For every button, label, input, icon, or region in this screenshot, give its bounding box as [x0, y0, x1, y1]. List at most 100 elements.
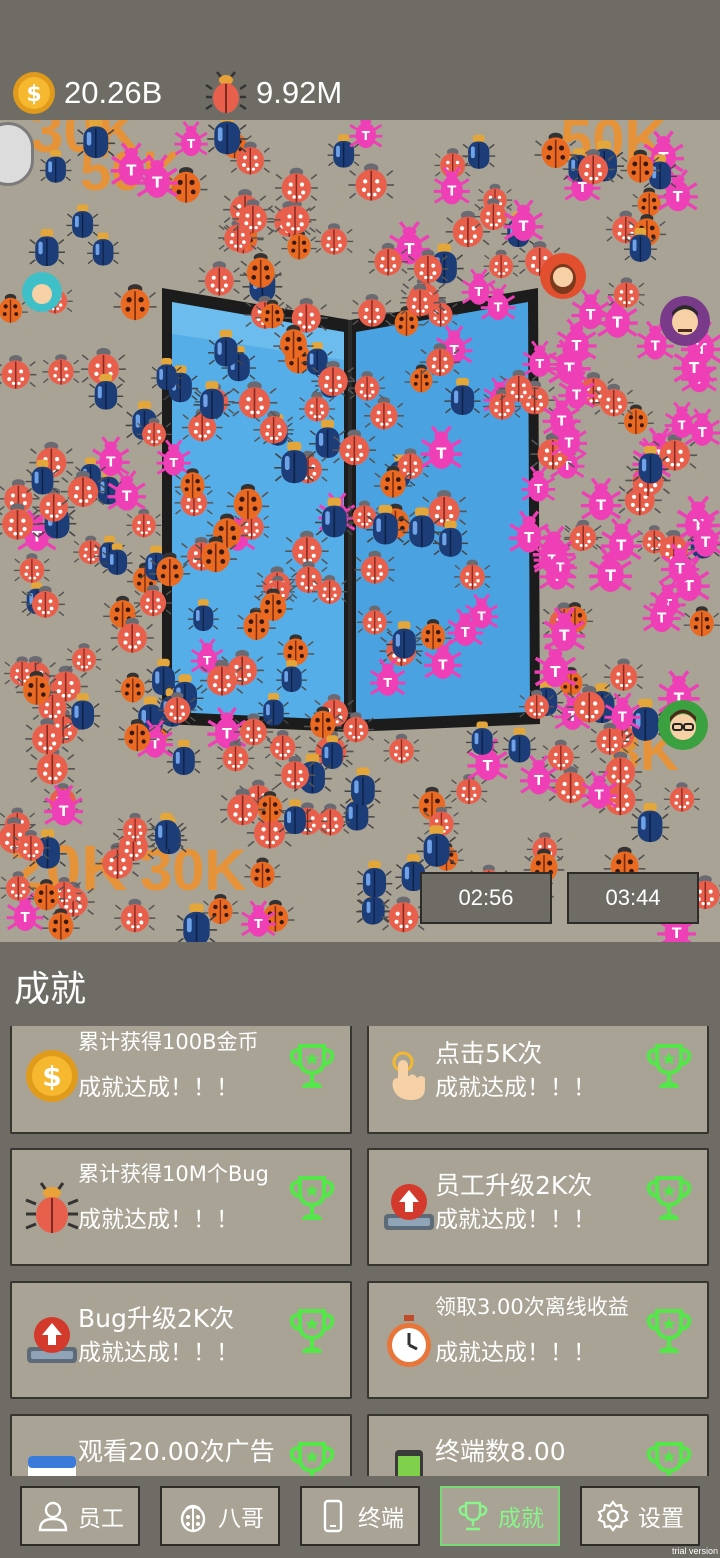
tab-label: 设置 — [638, 1506, 684, 1532]
achievements-header: 成就 — [0, 942, 720, 1026]
achievement-card[interactable]: $ 累计获得100B金币 成就达成！！！ — [10, 1026, 352, 1134]
ladybug-icon[interactable] — [683, 605, 720, 637]
gold-coin-icon: $ — [13, 72, 55, 114]
trophy-icon — [458, 1501, 488, 1531]
ladybug-icon[interactable] — [239, 252, 283, 289]
red-bug-icon[interactable] — [482, 249, 520, 279]
employee-avatar-icon[interactable] — [540, 253, 586, 299]
blue-bug-icon[interactable] — [343, 766, 383, 807]
achievement-card[interactable]: AD 观看20.00次广告 — [10, 1414, 352, 1476]
upgrade-icon — [384, 1184, 434, 1230]
svg-text:$: $ — [42, 1060, 61, 1093]
achievement-card[interactable]: 点击5K次 成就达成！！！ — [367, 1026, 709, 1134]
blue-bug-icon[interactable] — [326, 133, 361, 169]
timer-box: 02:56 — [420, 872, 552, 924]
red-bug-icon[interactable] — [347, 162, 395, 202]
tab-achievements[interactable]: 成就 — [440, 1486, 560, 1546]
blue-bug-icon[interactable] — [461, 134, 496, 170]
red-bug-icon[interactable] — [65, 642, 103, 673]
red-bug-icon[interactable] — [663, 781, 701, 813]
achievement-card[interactable]: Bug升级2K次 成就达成！！！ — [10, 1281, 352, 1399]
trophy-icon[interactable] — [286, 1172, 338, 1224]
trophy-icon[interactable] — [643, 1305, 695, 1357]
trophy-icon[interactable] — [286, 1438, 338, 1476]
achievement-list[interactable]: $ 累计获得100B金币 成就达成！！！ 点击5K次 成就达成！！！ 累计获得1… — [0, 1026, 720, 1476]
red-bug-icon[interactable] — [382, 733, 421, 764]
achievement-card[interactable]: 领取3.00次离线收益 成就达成！！！ — [367, 1281, 709, 1399]
achievement-name: 领取3.00次离线收益 — [435, 1295, 629, 1319]
employee-avatar-icon[interactable] — [22, 272, 62, 312]
tab-settings[interactable]: 设置 — [580, 1486, 700, 1546]
achievement-card[interactable]: 累计获得10M个Bug 成就达成！！！ — [10, 1148, 352, 1266]
trophy-icon[interactable] — [286, 1040, 338, 1092]
ladybug-icon[interactable] — [243, 856, 282, 889]
achievement-name: 终端数8.00 — [435, 1437, 566, 1466]
achievement-name: 累计获得100B金币 — [78, 1030, 259, 1054]
gold-counter: $ 20.26B — [12, 68, 162, 118]
bug-swarm-canvas[interactable]: T 30K50K20K30K8K50K — [0, 120, 720, 942]
red-bug-icon[interactable] — [314, 222, 354, 256]
red-bug-icon[interactable] — [274, 166, 319, 204]
pink-bug-icon[interactable] — [579, 477, 623, 522]
timer-box: 03:44 — [567, 872, 699, 924]
achievement-status: 成就达成！！！ — [435, 1340, 596, 1366]
blue-bug-icon[interactable] — [355, 859, 394, 899]
red-bug-icon[interactable] — [541, 738, 581, 772]
pink-bug-icon[interactable] — [569, 288, 612, 331]
achievement-status: 成就达成！！！ — [78, 1207, 239, 1233]
pink-bug-icon[interactable] — [599, 517, 644, 563]
bug-game-field[interactable]: T 30K50K20K30K8K50K — [0, 120, 720, 942]
upgrade-icon — [27, 1317, 77, 1363]
employee-avatar-icon[interactable] — [660, 296, 710, 346]
bug-icon — [205, 71, 247, 113]
achievement-name: 员工升级2K次 — [435, 1171, 593, 1200]
bug-count-value: 9.92M — [256, 75, 343, 110]
achievement-status: 成就达成！！！ — [435, 1075, 596, 1101]
red-bug-icon[interactable] — [125, 508, 162, 538]
bug-counter: 9.92M — [204, 68, 342, 118]
tap-finger-icon — [392, 1051, 425, 1100]
ladybug-icon — [180, 1504, 206, 1533]
achievement-name: Bug升级2K次 — [78, 1304, 235, 1333]
red-bug-icon[interactable] — [41, 353, 81, 386]
game-screen: $ 20.26B 9.92M 20K 30K 8K 50K 02:56 03:4… — [0, 0, 720, 1558]
achievement-name: 点击5K次 — [435, 1039, 543, 1068]
trophy-icon[interactable] — [643, 1438, 695, 1476]
phone-icon — [395, 1450, 423, 1476]
top-status-bar: $ 20.26B 9.92M — [0, 0, 720, 120]
achievement-status: 成就达成！！！ — [78, 1075, 239, 1101]
tab-employees[interactable]: 员工 — [20, 1486, 140, 1546]
stopwatch-icon — [387, 1315, 431, 1367]
red-bug-icon[interactable] — [0, 354, 38, 390]
svg-text:$: $ — [26, 82, 41, 107]
ladybug-icon[interactable] — [112, 283, 158, 321]
trophy-icon[interactable] — [643, 1172, 695, 1224]
ad-calendar-icon: AD — [28, 1456, 76, 1476]
bug-icon — [25, 1182, 79, 1233]
tab-label: 员工 — [78, 1506, 124, 1532]
achievement-name: 累计获得10M个Bug — [78, 1162, 269, 1186]
bottom-nav: 员工 八哥 终端 成就 设置 trial version — [0, 1476, 720, 1558]
pink-bug-icon[interactable] — [347, 120, 384, 150]
red-bug-icon[interactable] — [380, 895, 427, 933]
page-title: 成就 — [14, 969, 87, 1010]
achievement-card[interactable]: 员工升级2K次 成就达成！！！ — [367, 1148, 709, 1266]
achievement-card[interactable]: 终端数8.00 — [367, 1414, 709, 1476]
tab-terminals[interactable]: 终端 — [300, 1486, 420, 1546]
red-bug-icon[interactable] — [603, 657, 645, 692]
trophy-icon[interactable] — [286, 1305, 338, 1357]
gear-icon — [597, 1500, 629, 1532]
red-bug-icon[interactable] — [263, 729, 302, 761]
blue-bug-icon[interactable] — [65, 203, 100, 239]
tab-bugs[interactable]: 八哥 — [160, 1486, 280, 1546]
achievement-name: 观看20.00次广告 — [78, 1437, 275, 1466]
trophy-icon[interactable] — [643, 1040, 695, 1092]
blue-bug-icon[interactable] — [86, 231, 120, 267]
blue-bug-icon[interactable] — [28, 228, 66, 267]
pink-bug-icon[interactable] — [532, 642, 579, 689]
red-bug-icon[interactable] — [197, 260, 242, 297]
ladybug-icon[interactable] — [631, 186, 668, 218]
red-bug-icon[interactable] — [13, 552, 51, 584]
tab-label: 八哥 — [218, 1506, 264, 1532]
employee-avatar-icon[interactable] — [658, 700, 708, 750]
